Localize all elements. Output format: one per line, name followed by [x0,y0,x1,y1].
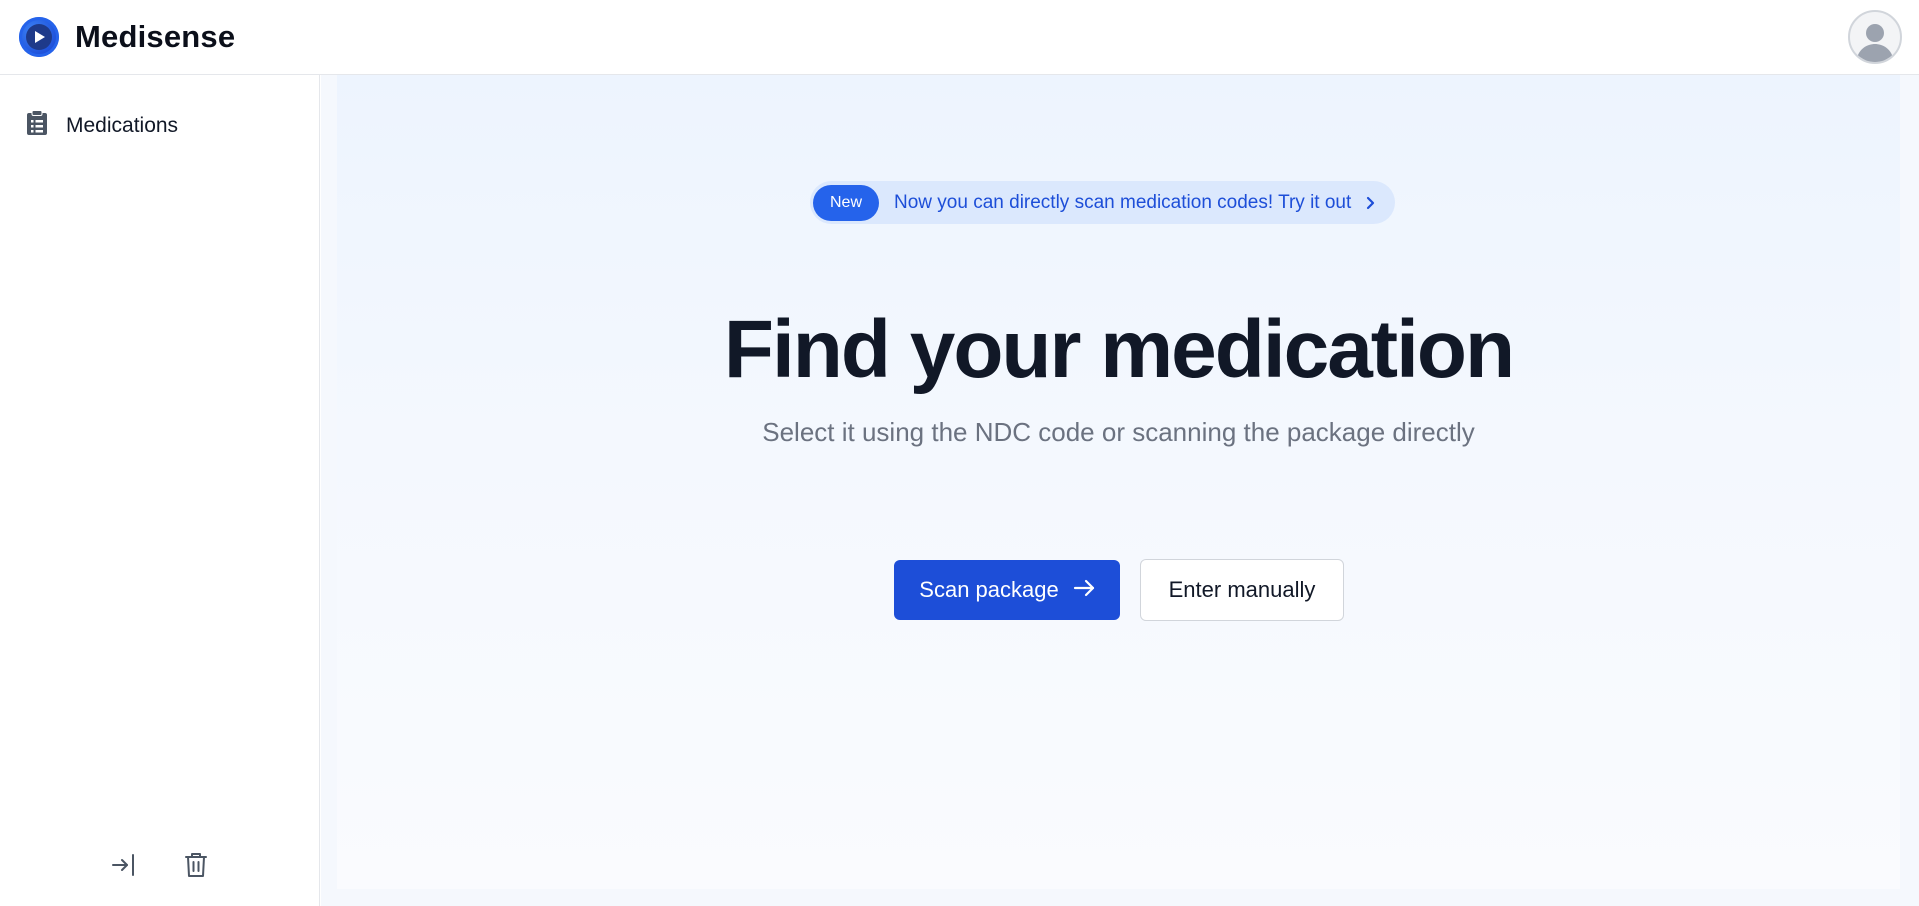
page-title: Find your medication [723,304,1515,395]
scan-package-label: Scan package [919,577,1059,602]
sidebar-item-medications[interactable]: Medications [26,110,178,141]
app-title: Medisense [75,19,236,54]
trash-icon[interactable] [182,851,210,879]
play-logo-icon [19,17,59,57]
top-bar: Medisense [0,0,1919,75]
hero-actions: Scan package Enter manually [894,559,1344,621]
user-avatar-icon[interactable] [1848,10,1902,64]
scan-package-button[interactable]: Scan package [894,560,1120,620]
brand[interactable]: Medisense [19,17,235,57]
sidebar-item-label: Medications [66,113,179,137]
sidebar: Medications [0,75,320,906]
arrow-right-icon [1073,577,1095,603]
clipboard-list-icon [26,110,48,141]
hero-section: New Now you can directly scan medication… [337,75,1900,889]
sign-in-icon[interactable] [110,851,138,879]
page-subtitle: Select it using the NDC code or scanning… [762,417,1475,447]
announcement-text: Now you can directly scan medication cod… [894,191,1352,213]
new-badge: New [813,184,880,221]
chevron-right-icon [1365,196,1375,210]
main-area: New Now you can directly scan medication… [321,75,1919,906]
enter-manually-button[interactable]: Enter manually [1140,559,1344,621]
sidebar-actions [110,851,210,879]
announcement-banner[interactable]: New Now you can directly scan medication… [810,181,1396,224]
